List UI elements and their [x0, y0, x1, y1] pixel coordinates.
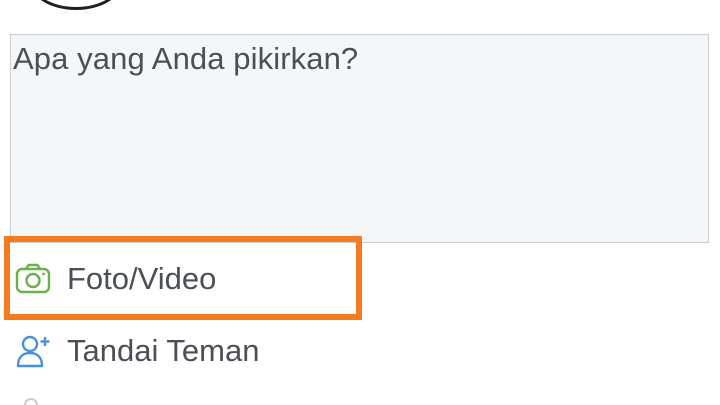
avatar	[30, 0, 122, 10]
photo-video-label: Foto/Video	[67, 261, 217, 296]
partial-option-icon	[24, 398, 38, 405]
post-composer-input[interactable]: Apa yang Anda pikirkan?	[10, 34, 709, 243]
camera-icon	[14, 260, 52, 298]
create-post-screen: Apa yang Anda pikirkan? Foto/Video Tanda…	[0, 0, 720, 405]
tag-friends-option[interactable]: Tandai Teman	[14, 327, 259, 375]
tag-friends-label: Tandai Teman	[67, 333, 260, 368]
add-person-icon	[14, 332, 52, 370]
composer-placeholder: Apa yang Anda pikirkan?	[13, 41, 359, 76]
photo-video-option[interactable]: Foto/Video	[14, 255, 216, 303]
